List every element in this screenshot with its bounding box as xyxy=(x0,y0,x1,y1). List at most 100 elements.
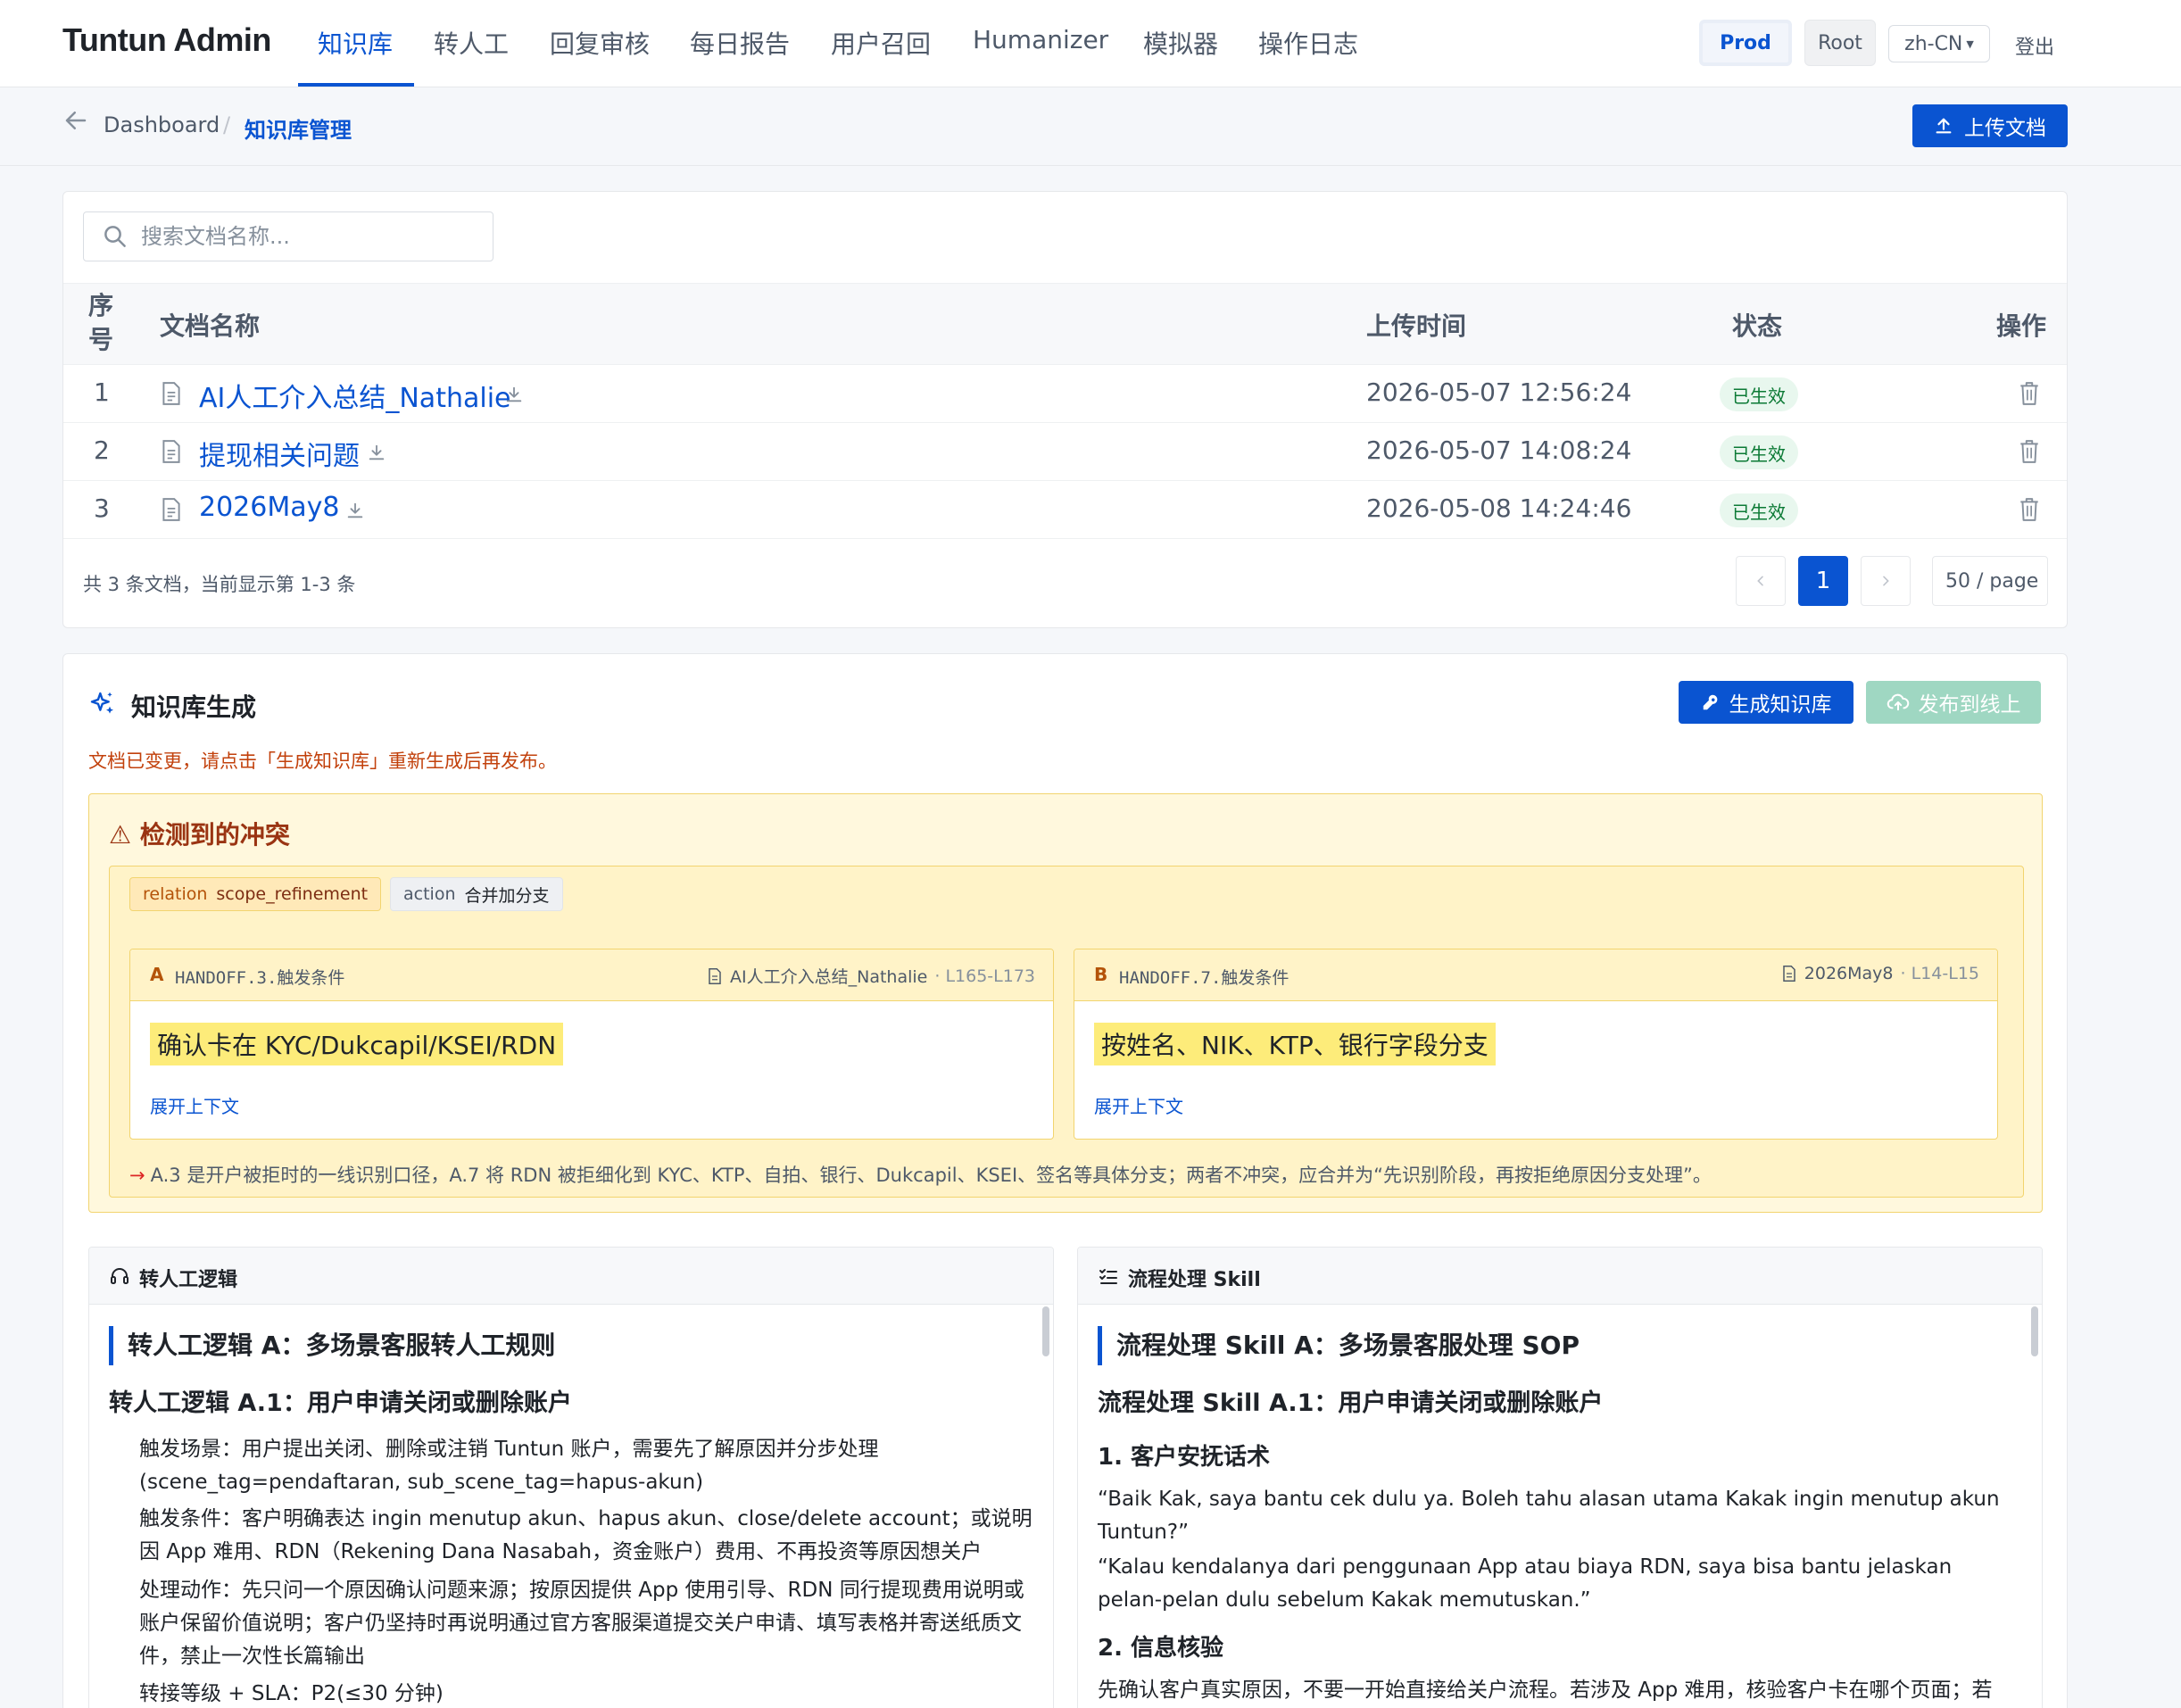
tab-knowledge-base[interactable]: 知识库 xyxy=(318,25,393,61)
cloud-upload-icon xyxy=(1887,693,1909,711)
column-header-status: 状态 xyxy=(1732,311,1783,341)
generate-kb-label: 生成知识库 xyxy=(1729,693,1832,717)
side-b-header: B HANDOFF.7.触发条件 2026May8 · L14-L15 xyxy=(1074,949,1997,1001)
side-a-expand-link[interactable]: 展开上下文 xyxy=(150,1092,239,1118)
tab-handoff[interactable]: 转人工 xyxy=(434,25,509,61)
brand-logo[interactable]: Tuntun Admin xyxy=(62,21,271,59)
language-value: zh-CN xyxy=(1904,32,1963,55)
top-navbar: Tuntun Admin 知识库 转人工 回复审核 每日报告 用户召回 Huma… xyxy=(0,0,2181,87)
download-icon[interactable] xyxy=(367,443,386,462)
action-value: 合并加分支 xyxy=(464,885,550,906)
search-input[interactable] xyxy=(141,220,480,253)
handoff-panel-title: 转人工逻辑 xyxy=(139,1269,238,1291)
conflict-panel: ⚠ 检测到的冲突 relation scope_refinement actio… xyxy=(88,793,2043,1213)
pagination-next-button[interactable] xyxy=(1861,556,1911,606)
conflict-note-text: A.3 是开户被拒时的一线识别口径，A.7 将 RDN 被拒细化到 KYC、KT… xyxy=(150,1165,1712,1186)
page-size-select[interactable]: 50 / page xyxy=(1932,556,2048,606)
env-badge[interactable]: Prod xyxy=(1699,20,1792,66)
chevron-right-icon xyxy=(1883,576,1889,586)
trash-icon[interactable] xyxy=(2018,439,2041,464)
skill-heading-1: 流程处理 Skill A：多场景客服处理 SOP xyxy=(1098,1326,1580,1365)
upload-icon xyxy=(1936,118,1952,134)
handoff-panel-body[interactable]: 转人工逻辑 A：多场景客服转人工规则 转人工逻辑 A.1：用户申请关闭或删除账户… xyxy=(89,1305,1053,1708)
kb-generation-card: 知识库生成 生成知识库 发布到线上 文档已变更，请点击「生成知识库」重新生成后再… xyxy=(62,653,2068,1708)
side-b-source: 2026May8 · L14-L15 xyxy=(1781,964,1979,983)
document-link[interactable]: AI人工介入总结_Nathalie xyxy=(199,376,510,415)
trash-icon[interactable] xyxy=(2018,497,2041,522)
table-header: 序号 文档名称 上传时间 状态 操作 xyxy=(63,283,2067,365)
tab-daily-report[interactable]: 每日报告 xyxy=(690,25,790,61)
scrollbar[interactable] xyxy=(2031,1306,2038,1356)
download-icon[interactable] xyxy=(504,385,524,404)
active-tab-indicator xyxy=(298,83,414,87)
side-a-source-name: AI人工介入总结_Nathalie xyxy=(730,967,928,987)
tab-reply-review[interactable]: 回复审核 xyxy=(550,25,650,61)
action-tag: action 合并加分支 xyxy=(390,877,563,911)
table-summary: 共 3 条文档，当前显示第 1-3 条 xyxy=(83,574,356,595)
regenerate-warning: 文档已变更，请点击「生成知识库」重新生成后再发布。 xyxy=(88,750,557,772)
table-row: 3 2026May8 2026-05-08 14:24:46 已生效 xyxy=(63,481,2067,539)
side-b-letter: B xyxy=(1094,964,1108,985)
document-list-card: 序号 文档名称 上传时间 状态 操作 1 AI人工介入总结_Nathalie 2… xyxy=(62,191,2068,628)
conflict-resolution-note: → A.3 是开户被拒时的一线识别口径，A.7 将 RDN 被拒细化到 KYC、K… xyxy=(129,1161,1712,1188)
side-b-lines: · L14-L15 xyxy=(1900,964,1979,983)
back-arrow-icon[interactable] xyxy=(62,107,89,141)
breadcrumb-current: 知识库管理 xyxy=(245,118,352,143)
relation-tag: relation scope_refinement xyxy=(129,877,382,911)
handoff-action: 处理动作：先只问一个原因确认问题来源；按原因提供 App 使用引导、RDN 同行… xyxy=(139,1579,1024,1668)
side-b-code: HANDOFF.7.触发条件 xyxy=(1119,968,1290,988)
conflict-side-a: A HANDOFF.3.触发条件 AI人工介入总结_Nathalie · L16… xyxy=(129,949,1054,1140)
handoff-trigger-condition: 触发条件：客户明确表达 ingin menutup akun、hapus aku… xyxy=(139,1507,1032,1563)
skill-verify-text: 先确认客户真实原因，不要一开始直接给关户流程。若涉及 App 难用，核验客户卡在… xyxy=(1098,1679,1993,1702)
wrench-icon xyxy=(1703,694,1717,710)
table-row: 1 AI人工介入总结_Nathalie 2026-05-07 12:56:24 … xyxy=(63,365,2067,423)
breadcrumb-home[interactable]: Dashboard xyxy=(104,112,220,137)
language-select[interactable]: zh-CN ▼ xyxy=(1888,25,1990,62)
document-link[interactable]: 2026May8 xyxy=(199,492,339,523)
side-b-highlight: 按姓名、NIK、KTP、银行字段分支 xyxy=(1094,1023,1496,1065)
skill-panel-title: 流程处理 Skill xyxy=(1128,1269,1261,1291)
upload-time: 2026-05-08 14:24:46 xyxy=(1366,493,1632,523)
search-box[interactable] xyxy=(83,211,493,261)
conflict-title: ⚠ 检测到的冲突 xyxy=(109,820,290,850)
side-b-source-name: 2026May8 xyxy=(1804,964,1894,983)
pagination-prev-button[interactable] xyxy=(1736,556,1786,606)
table-row: 2 提现相关问题 2026-05-07 14:08:24 已生效 xyxy=(63,423,2067,481)
column-header-time: 上传时间 xyxy=(1366,311,1467,341)
side-a-highlight: 确认卡在 KYC/Dukcapil/KSEI/RDN xyxy=(150,1023,564,1065)
breadcrumb-separator: / xyxy=(223,112,231,137)
skill-heading-comfort: 1. 客户安抚话术 xyxy=(1098,1444,1271,1471)
side-a-letter: A xyxy=(150,964,164,985)
tab-user-recall[interactable]: 用户召回 xyxy=(831,25,931,61)
tab-humanizer[interactable]: Humanizer xyxy=(973,25,1108,54)
logout-link[interactable]: 登出 xyxy=(2015,31,2054,60)
pagination-current-page[interactable]: 1 xyxy=(1798,556,1848,606)
conflict-side-b: B HANDOFF.7.触发条件 2026May8 · L14-L15 按姓名、… xyxy=(1074,949,1998,1140)
document-icon xyxy=(709,967,721,984)
arrow-right-icon: → xyxy=(129,1165,145,1186)
tab-operation-log[interactable]: 操作日志 xyxy=(1258,25,1358,61)
upload-document-button[interactable]: 上传文档 xyxy=(1912,104,2068,147)
column-header-operation: 操作 xyxy=(1996,311,2047,341)
side-a-code: HANDOFF.3.触发条件 xyxy=(175,968,345,988)
headset-icon xyxy=(111,1268,129,1284)
skill-panel-body[interactable]: 流程处理 Skill A：多场景客服处理 SOP 流程处理 Skill A.1：… xyxy=(1078,1305,2042,1708)
column-header-seq: 序号 xyxy=(88,291,114,354)
generate-kb-button[interactable]: 生成知识库 xyxy=(1679,681,1853,724)
document-link[interactable]: 提现相关问题 xyxy=(199,434,360,473)
skill-panel: 流程处理 Skill 流程处理 Skill A：多场景客服处理 SOP 流程处理… xyxy=(1077,1247,2043,1708)
side-b-expand-link[interactable]: 展开上下文 xyxy=(1094,1092,1183,1118)
upload-button-label: 上传文档 xyxy=(1964,117,2046,140)
tab-simulator[interactable]: 模拟器 xyxy=(1143,25,1218,61)
handoff-panel-header: 转人工逻辑 xyxy=(89,1248,1053,1305)
scrollbar[interactable] xyxy=(1042,1306,1049,1356)
skill-comfort-script-1: “Baik Kak, saya bantu cek dulu ya. Boleh… xyxy=(1098,1488,2000,1544)
column-header-name: 文档名称 xyxy=(160,311,261,341)
download-icon[interactable] xyxy=(345,501,365,520)
trash-icon[interactable] xyxy=(2018,381,2041,406)
breadcrumb-bar: Dashboard / 知识库管理 上传文档 xyxy=(0,87,2181,166)
document-icon xyxy=(1783,966,1795,982)
relation-key: relation xyxy=(143,884,208,904)
publish-online-button[interactable]: 发布到线上 xyxy=(1866,681,2041,724)
publish-online-label: 发布到线上 xyxy=(1918,693,2021,717)
